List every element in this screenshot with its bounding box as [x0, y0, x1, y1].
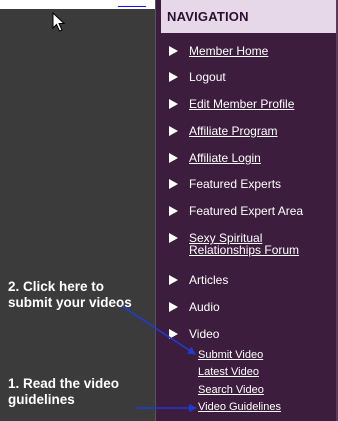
submenu-submit-video[interactable]: Submit Video [198, 349, 263, 361]
submenu-video-guidelines[interactable]: Video Guidelines [198, 401, 281, 413]
triangle-right-icon [169, 46, 178, 56]
triangle-right-icon [169, 126, 178, 136]
triangle-right-icon [169, 329, 178, 339]
triangle-right-icon [169, 275, 178, 285]
nav-item-label[interactable]: Logout [189, 71, 226, 84]
nav-item-label[interactable]: Video [189, 328, 219, 341]
navigation-heading: NAVIGATION [167, 9, 249, 24]
mouse-pointer-icon [52, 12, 66, 32]
annotation-panel [0, 9, 155, 421]
nav-item-label[interactable]: Affiliate Login [189, 152, 261, 165]
nav-item-label[interactable]: Edit Member Profile [189, 98, 294, 111]
nav-item-label[interactable]: Featured Expert Area [189, 205, 303, 218]
submenu-search-video[interactable]: Search Video [198, 384, 264, 396]
triangle-right-icon [169, 153, 178, 163]
submenu-latest-video[interactable]: Latest Video [198, 366, 259, 378]
nav-item-label[interactable]: Articles [189, 274, 228, 287]
triangle-right-icon [169, 233, 178, 243]
nav-item-label[interactable]: Member Home [189, 45, 268, 58]
submit-videos-callout: 2. Click here to submit your videos [8, 279, 132, 310]
nav-item-label[interactable]: Featured Experts [189, 178, 281, 191]
triangle-right-icon [169, 206, 178, 216]
guidelines-callout: 1. Read the video guidelines [8, 376, 120, 407]
triangle-right-icon [169, 99, 178, 109]
nav-item-label[interactable]: Affiliate Program [189, 125, 277, 138]
triangle-right-icon [169, 302, 178, 312]
nav-item-label[interactable]: Audio [189, 301, 220, 314]
navigation-header: NAVIGATION [161, 0, 336, 33]
triangle-right-icon [169, 72, 178, 82]
top-link[interactable]: ____ [118, 0, 146, 9]
nav-item-label[interactable]: Sexy Spiritual Relationships Forum [189, 232, 309, 256]
triangle-right-icon [169, 179, 178, 189]
